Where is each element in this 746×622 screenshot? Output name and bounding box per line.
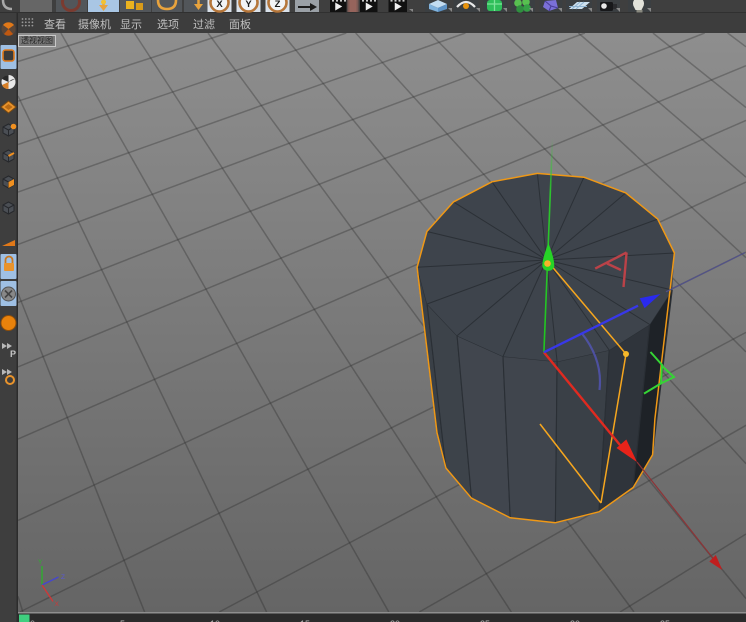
svg-text:Z: Z bbox=[275, 0, 281, 10]
svg-text:X: X bbox=[216, 0, 223, 10]
svg-text:Y: Y bbox=[245, 0, 252, 10]
svg-text:X: X bbox=[55, 601, 60, 608]
svg-text:P: P bbox=[10, 349, 16, 359]
svg-text:Y: Y bbox=[38, 559, 43, 566]
svg-text:Z: Z bbox=[61, 574, 65, 581]
